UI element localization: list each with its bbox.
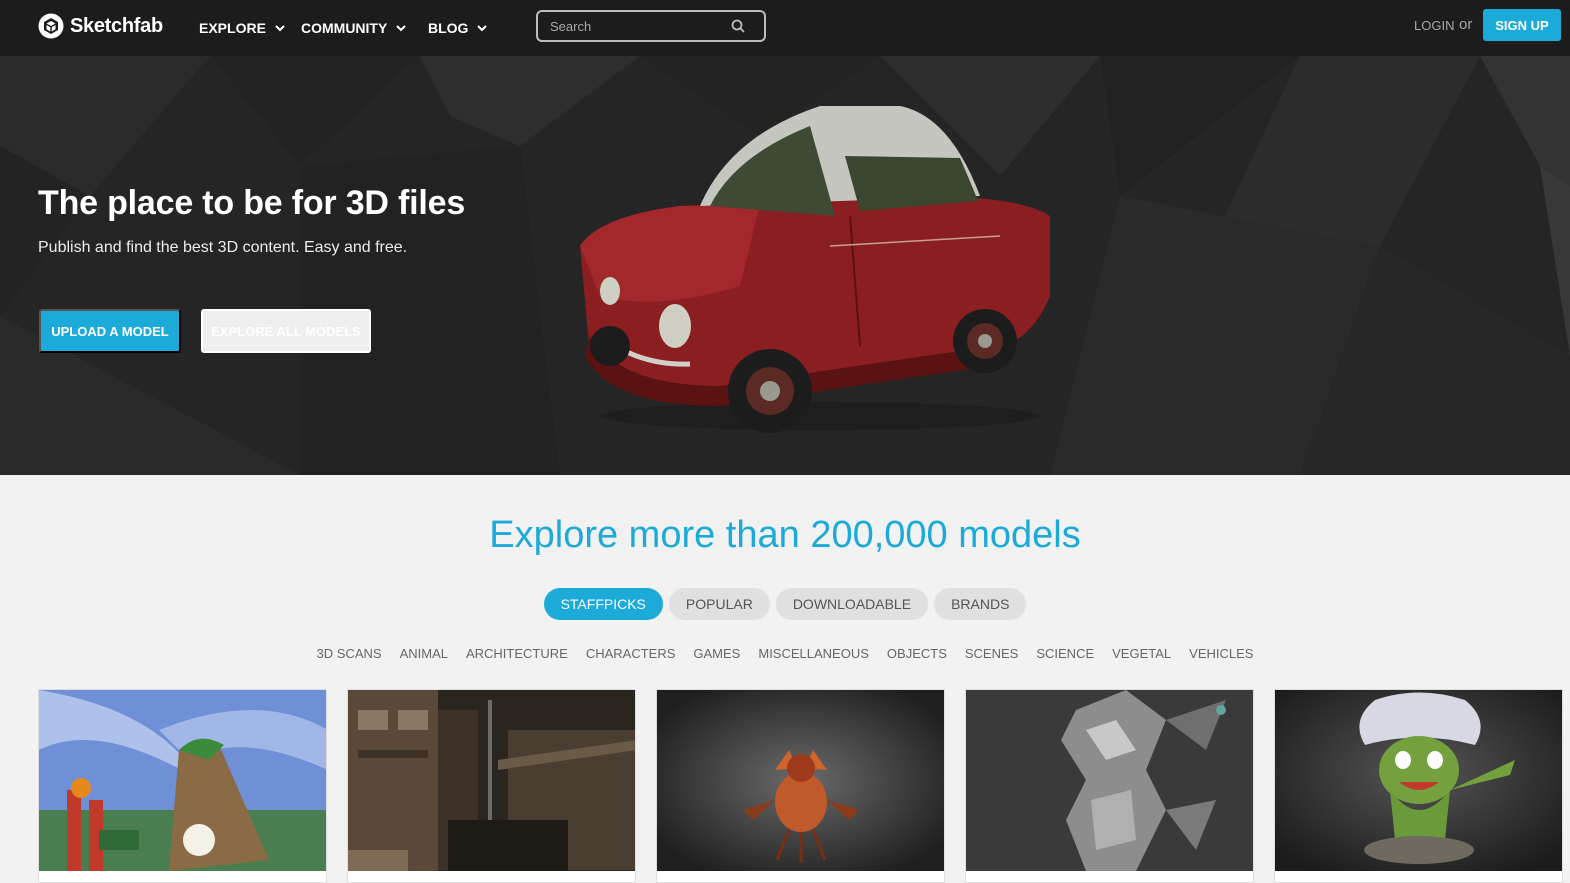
nav-community-label: COMMUNITY: [301, 20, 388, 36]
category-objects[interactable]: OBJECTS: [887, 646, 947, 661]
model-thumbnail[interactable]: [39, 690, 327, 871]
tab-brands[interactable]: BRANDS: [934, 588, 1027, 620]
upload-model-button[interactable]: UPLOAD A MODEL: [39, 309, 181, 353]
category-list: 3D SCANS ANIMAL ARCHITECTURE CHARACTERS …: [0, 646, 1570, 661]
nav-blog[interactable]: BLOG: [428, 20, 488, 36]
category-games[interactable]: GAMES: [693, 646, 740, 661]
category-characters[interactable]: CHARACTERS: [586, 646, 676, 661]
search-box: [536, 10, 766, 42]
explore-tabs: STAFFPICKS POPULAR DOWNLOADABLE BRANDS: [0, 588, 1570, 620]
model-thumbnail[interactable]: [1275, 690, 1563, 871]
category-architecture[interactable]: ARCHITECTURE: [466, 646, 568, 661]
login-link[interactable]: LOGIN: [1414, 18, 1454, 33]
model-card[interactable]: [38, 689, 327, 883]
brand-name: Sketchfab: [70, 14, 163, 37]
explore-all-models-button[interactable]: EXPLORE ALL MODELS: [201, 309, 371, 353]
model-thumbnail[interactable]: [348, 690, 636, 871]
nav-explore-label: EXPLORE: [199, 20, 266, 36]
tab-downloadable[interactable]: DOWNLOADABLE: [775, 588, 929, 620]
search-icon[interactable]: [730, 18, 746, 34]
hero-subtitle: Publish and find the best 3D content. Ea…: [38, 239, 408, 256]
hero-banner: The place to be for 3D files Publish and…: [0, 56, 1570, 475]
model-thumbnail[interactable]: [966, 690, 1254, 871]
chevron-down-icon: [396, 25, 407, 32]
explore-heading: Explore more than 200,000 models: [489, 514, 1081, 556]
model-card[interactable]: [347, 689, 636, 883]
sketchfab-logo[interactable]: Sketchfab: [38, 13, 163, 39]
top-navigation-bar: Sketchfab EXPLORE COMMUNITY BLOG LOGIN o…: [0, 0, 1570, 56]
sketchfab-cube-icon: [38, 13, 64, 39]
nav-blog-label: BLOG: [428, 20, 469, 36]
category-science[interactable]: SCIENCE: [1036, 646, 1094, 661]
tab-staffpicks[interactable]: STAFFPICKS: [543, 588, 663, 620]
model-card[interactable]: [656, 689, 945, 883]
category-animal[interactable]: ANIMAL: [400, 646, 448, 661]
search-input[interactable]: [538, 18, 730, 34]
model-cards-row: [38, 689, 1563, 883]
category-vegetal[interactable]: VEGETAL: [1112, 646, 1171, 661]
chevron-down-icon: [477, 25, 488, 32]
model-card[interactable]: [965, 689, 1254, 883]
hero-title: The place to be for 3D files: [38, 184, 466, 222]
or-separator: or: [1459, 16, 1473, 33]
model-card[interactable]: [1274, 689, 1563, 883]
nav-community[interactable]: COMMUNITY: [301, 20, 407, 36]
category-3d-scans[interactable]: 3D SCANS: [317, 646, 382, 661]
category-vehicles[interactable]: VEHICLES: [1189, 646, 1253, 661]
sign-up-button[interactable]: SIGN UP: [1483, 9, 1561, 41]
chevron-down-icon: [275, 25, 285, 32]
category-scenes[interactable]: SCENES: [965, 646, 1018, 661]
model-thumbnail[interactable]: [657, 690, 945, 871]
car-3d-model[interactable]: [560, 96, 1060, 436]
nav-explore[interactable]: EXPLORE: [199, 20, 286, 36]
tab-popular[interactable]: POPULAR: [668, 588, 770, 620]
category-miscellaneous[interactable]: MISCELLANEOUS: [758, 646, 869, 661]
